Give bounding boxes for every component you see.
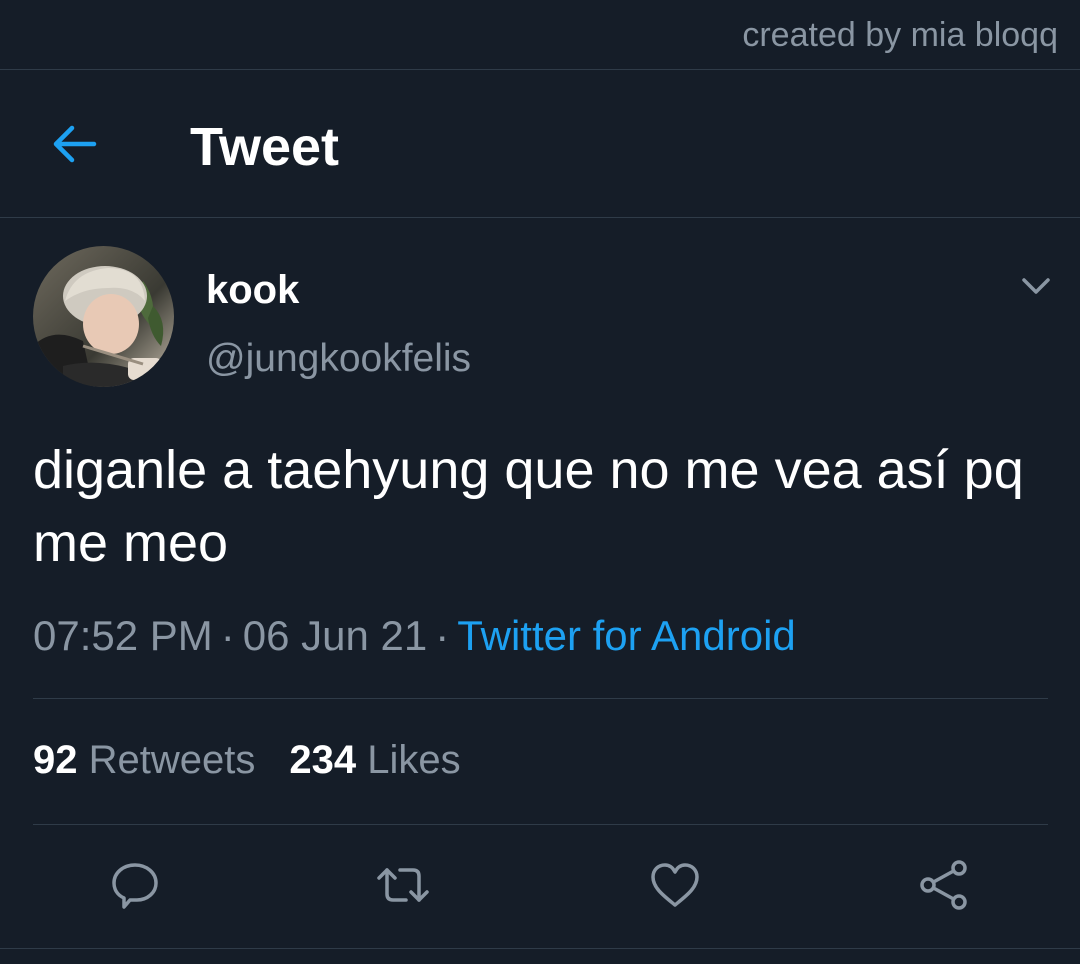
retweets-stat[interactable]: 92 Retweets [33,738,255,782]
retweet-icon [377,868,429,902]
tweet-text: diganle a taehyung que no me vea así pq … [33,440,1024,573]
reply-button[interactable] [106,856,164,914]
share-button[interactable] [914,856,972,914]
tweet-source-link[interactable]: Twitter for Android [457,612,795,659]
retweet-button[interactable] [374,856,432,914]
likes-stat[interactable]: 234 Likes [289,738,460,782]
divider [0,217,1080,218]
reply-icon [112,863,158,909]
tweet-time: 07:52 PM [33,612,213,659]
divider [33,698,1048,699]
page-title: Tweet [190,117,340,177]
tweet-stats: 92 Retweets 234 Likes [33,738,461,783]
tweet-meta: 07:52 PM · 06 Jun 21 · Twitter for Android [33,612,796,660]
share-icon [920,860,967,910]
display-name[interactable]: kook [206,268,299,313]
like-button[interactable] [646,856,704,914]
likes-count: 234 [289,738,357,782]
back-button[interactable] [50,122,98,166]
watermark: created by mia bloqq [742,16,1058,54]
tweet-date: 06 Jun 21 [242,612,428,659]
likes-label: Likes [367,738,461,782]
divider [33,824,1048,825]
retweets-label: Retweets [88,738,256,782]
chevron-down-icon [1022,278,1050,294]
divider [0,948,1080,949]
like-icon [651,863,699,907]
meta-separator: · [220,612,235,659]
avatar-image [33,246,174,387]
meta-separator: · [435,612,450,659]
arrow-left-icon [53,125,97,163]
more-options-button[interactable] [1018,272,1054,300]
retweets-count: 92 [33,738,78,782]
user-handle[interactable]: @jungkookfelis [206,337,471,381]
avatar[interactable] [33,246,174,387]
top-app-bar: Tweet [0,70,1080,217]
